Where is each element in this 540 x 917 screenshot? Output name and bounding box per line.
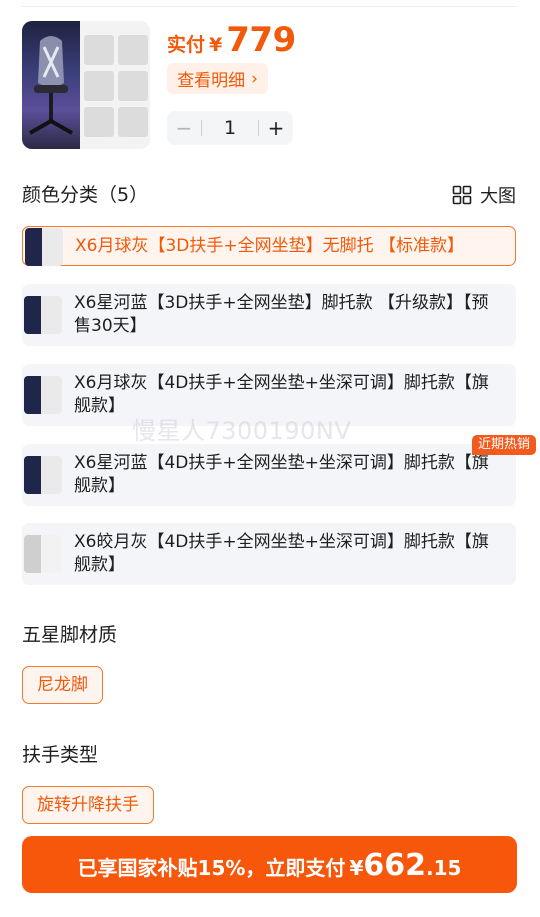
view-details-button[interactable]: 查看明细 ›	[167, 63, 268, 94]
color-section-title: 颜色分类（5）	[22, 184, 149, 206]
chair-icon	[29, 36, 73, 135]
grid-icon	[452, 185, 472, 205]
variant-label: X6星河蓝【4D扶手+全网坐垫+坐深可调】脚托款【旗舰款】	[74, 453, 489, 496]
variant-label: X6皎月灰【4D扶手+全网坐垫+坐深可调】脚托款【旗舰款】	[74, 532, 489, 575]
price-value: 779	[226, 20, 296, 60]
variant-thumbnail	[25, 228, 63, 266]
chevron-right-icon: ›	[251, 68, 258, 89]
base-material-title: 五星脚材质	[22, 624, 118, 646]
chair-photo	[22, 21, 80, 149]
variant-thumbnail	[24, 376, 62, 414]
pay-amount-integer: 662	[363, 848, 426, 883]
top-divider	[22, 6, 518, 7]
product-thumbnail[interactable]	[22, 21, 150, 149]
color-option-2[interactable]: X6星河蓝【3D扶手+全网坐垫】脚托款 【升级款】【预售30天】	[22, 284, 516, 346]
feature-collage	[80, 21, 150, 149]
big-view-label: 大图	[480, 186, 516, 207]
price-currency: ¥	[209, 34, 223, 56]
price-prefix: 实付	[167, 34, 206, 56]
variant-thumbnail	[24, 456, 62, 494]
hot-sale-badge: 近期热销	[471, 435, 536, 455]
pay-currency: ¥	[349, 856, 364, 880]
pay-text: 已享国家补贴15%，立即支付	[77, 856, 346, 880]
actual-price: 实付 ¥ 779	[167, 20, 296, 60]
armrest-option[interactable]: 旋转升降扶手	[22, 786, 154, 824]
color-option-5[interactable]: X6皎月灰【4D扶手+全网坐垫+坐深可调】脚托款【旗舰款】	[22, 523, 516, 585]
big-view-toggle[interactable]: 大图	[452, 182, 516, 208]
armrest-type-title: 扶手类型	[22, 744, 99, 766]
decrease-button[interactable]: −	[167, 116, 201, 140]
base-option-nylon[interactable]: 尼龙脚	[22, 666, 103, 704]
pay-now-button[interactable]: 已享国家补贴15%，立即支付 ¥ 662 .15	[22, 836, 517, 893]
increase-button[interactable]: +	[259, 116, 293, 140]
variant-label: X6星河蓝【3D扶手+全网坐垫】脚托款 【升级款】【预售30天】	[74, 293, 489, 336]
color-option-4[interactable]: X6星河蓝【4D扶手+全网坐垫+坐深可调】脚托款【旗舰款】	[22, 444, 516, 506]
quantity-stepper: − 1 +	[167, 111, 293, 145]
watermark: 慢星人7300190NV	[132, 417, 352, 445]
view-details-label: 查看明细	[177, 71, 246, 91]
variant-thumbnail	[24, 296, 62, 334]
variant-thumbnail	[24, 535, 62, 573]
quantity-value[interactable]: 1	[202, 117, 258, 139]
variant-label: X6月球灰【3D扶手+全网坐垫】无脚托 【标准款】	[75, 236, 465, 256]
pay-amount-decimal: .15	[425, 856, 462, 880]
color-option-1[interactable]: X6月球灰【3D扶手+全网坐垫】无脚托 【标准款】	[22, 226, 516, 266]
